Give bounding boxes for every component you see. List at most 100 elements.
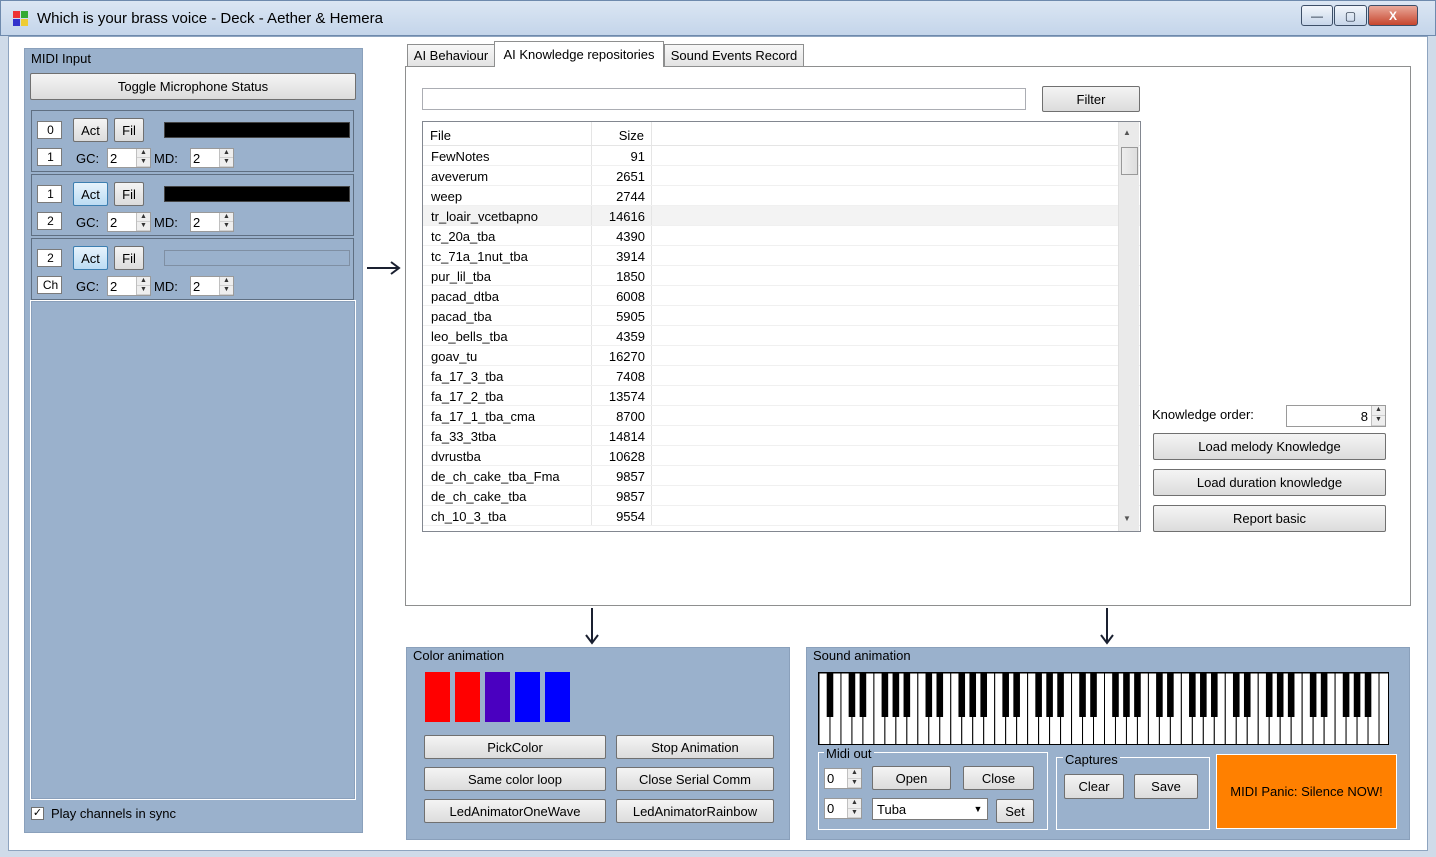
spin-up-icon[interactable]: ▲ xyxy=(220,277,233,286)
piano-black-key[interactable] xyxy=(848,673,856,717)
piano-black-key[interactable] xyxy=(1364,673,1372,717)
load-melody-knowledge-button[interactable]: Load melody Knowledge xyxy=(1153,433,1386,460)
midi-port-spinner[interactable]: 0 ▲ ▼ xyxy=(824,768,862,789)
piano-black-key[interactable] xyxy=(1046,673,1053,717)
list-item[interactable]: dvrustba 10628 xyxy=(423,446,1140,466)
gc-spinner[interactable]: 2 ▲ ▼ xyxy=(107,212,151,232)
same-color-loop-button[interactable]: Same color loop xyxy=(424,767,606,791)
tab-ai-behaviour[interactable]: AI Behaviour xyxy=(407,44,495,66)
close-window-button[interactable]: X xyxy=(1368,5,1418,26)
spin-up-icon[interactable]: ▲ xyxy=(848,769,861,779)
spin-up-icon[interactable]: ▲ xyxy=(137,149,150,158)
piano-black-key[interactable] xyxy=(1123,673,1130,717)
list-item[interactable]: pacad_dtba 6008 xyxy=(423,286,1140,306)
list-item[interactable]: weep 2744 xyxy=(423,186,1140,206)
color-swatch[interactable] xyxy=(545,672,570,722)
chevron-down-icon[interactable]: ▼ xyxy=(969,804,987,814)
color-swatch[interactable] xyxy=(425,672,450,722)
piano-black-key[interactable] xyxy=(892,673,900,717)
piano-black-key[interactable] xyxy=(1276,673,1284,717)
spin-down-icon[interactable]: ▼ xyxy=(220,158,233,167)
piano-black-key[interactable] xyxy=(980,673,988,717)
piano-black-key[interactable] xyxy=(936,673,944,717)
piano-black-key[interactable] xyxy=(1167,673,1174,717)
midi-set-button[interactable]: Set xyxy=(996,799,1034,823)
list-item[interactable]: de_ch_cake_tba_Fma 9857 xyxy=(423,466,1140,486)
spin-down-icon[interactable]: ▼ xyxy=(1372,416,1385,426)
color-swatch[interactable] xyxy=(485,672,510,722)
midi-panic-button[interactable]: MIDI Panic: Silence NOW! xyxy=(1216,754,1397,829)
midi-close-button[interactable]: Close xyxy=(963,766,1034,790)
piano-black-key[interactable] xyxy=(1079,673,1086,717)
piano-black-key[interactable] xyxy=(1156,673,1163,717)
list-item[interactable]: ch_10_3_tba 9554 xyxy=(423,506,1140,526)
channel-fil-button[interactable]: Fil xyxy=(114,246,144,270)
piano-black-key[interactable] xyxy=(1134,673,1141,717)
maximize-button[interactable]: ▢ xyxy=(1334,5,1367,26)
list-item[interactable]: aveverum 2651 xyxy=(423,166,1140,186)
scroll-down-icon[interactable]: ▼ xyxy=(1123,514,1131,523)
piano-black-key[interactable] xyxy=(1057,673,1064,717)
piano-white-key[interactable] xyxy=(1378,673,1389,745)
piano-black-key[interactable] xyxy=(859,673,867,717)
piano-black-key[interactable] xyxy=(1309,673,1317,717)
midi-program-spinner[interactable]: 0 ▲ ▼ xyxy=(824,798,862,819)
md-spinner[interactable]: 2 ▲ ▼ xyxy=(190,148,234,168)
column-header-size[interactable]: Size xyxy=(592,122,652,145)
piano-black-key[interactable] xyxy=(969,673,977,717)
scroll-thumb[interactable] xyxy=(1121,147,1138,175)
tab-sound-events[interactable]: Sound Events Record xyxy=(664,44,804,66)
piano-black-key[interactable] xyxy=(1189,673,1196,717)
piano-black-key[interactable] xyxy=(1342,673,1350,717)
piano-black-key[interactable] xyxy=(1320,673,1328,717)
spin-up-icon[interactable]: ▲ xyxy=(137,277,150,286)
md-spinner[interactable]: 2 ▲ ▼ xyxy=(190,212,234,232)
knowledge-file-list[interactable]: File Size FewNotes 91 aveverum 2651 weep… xyxy=(422,121,1141,532)
spin-down-icon[interactable]: ▼ xyxy=(848,778,861,788)
color-swatch[interactable] xyxy=(515,672,540,722)
captures-save-button[interactable]: Save xyxy=(1134,774,1198,799)
piano-black-key[interactable] xyxy=(1243,673,1251,717)
instrument-select[interactable]: Tuba ▼ xyxy=(872,798,988,820)
close-serial-comm-button[interactable]: Close Serial Comm xyxy=(616,767,774,791)
minimize-button[interactable]: — xyxy=(1301,5,1333,26)
play-in-sync-checkbox[interactable]: ✓ xyxy=(31,807,44,820)
midi-open-button[interactable]: Open xyxy=(872,766,951,790)
md-spinner[interactable]: 2 ▲ ▼ xyxy=(190,276,234,296)
piano-black-key[interactable] xyxy=(958,673,966,717)
spin-down-icon[interactable]: ▼ xyxy=(137,158,150,167)
spin-up-icon[interactable]: ▲ xyxy=(220,149,233,158)
spin-down-icon[interactable]: ▼ xyxy=(220,286,233,295)
led-rainbow-button[interactable]: LedAnimatorRainbow xyxy=(616,799,774,823)
piano-black-key[interactable] xyxy=(903,673,911,717)
channel-act-button[interactable]: Act xyxy=(73,182,108,206)
channel-fil-button[interactable]: Fil xyxy=(114,182,144,206)
column-header-file[interactable]: File xyxy=(423,122,592,145)
led-one-wave-button[interactable]: LedAnimatorOneWave xyxy=(424,799,606,823)
load-duration-knowledge-button[interactable]: Load duration knowledge xyxy=(1153,469,1386,496)
filter-button[interactable]: Filter xyxy=(1042,86,1140,112)
list-item[interactable]: goav_tu 16270 xyxy=(423,346,1140,366)
spin-up-icon[interactable]: ▲ xyxy=(848,799,861,809)
list-item[interactable]: FewNotes 91 xyxy=(423,146,1140,166)
list-item[interactable]: leo_bells_tba 4359 xyxy=(423,326,1140,346)
piano-black-key[interactable] xyxy=(1002,673,1009,717)
spin-down-icon[interactable]: ▼ xyxy=(137,222,150,231)
list-item[interactable]: fa_17_3_tba 7408 xyxy=(423,366,1140,386)
toggle-microphone-button[interactable]: Toggle Microphone Status xyxy=(30,73,356,100)
list-item[interactable]: de_ch_cake_tba 9857 xyxy=(423,486,1140,506)
spin-down-icon[interactable]: ▼ xyxy=(848,808,861,818)
piano-black-key[interactable] xyxy=(1090,673,1097,717)
channel-act-button[interactable]: Act xyxy=(73,246,108,270)
list-item[interactable]: tc_71a_1nut_tba 3914 xyxy=(423,246,1140,266)
spin-up-icon[interactable]: ▲ xyxy=(137,213,150,222)
piano-black-key[interactable] xyxy=(1112,673,1119,717)
list-scrollbar[interactable]: ▲ ▼ xyxy=(1118,122,1139,531)
tab-ai-knowledge[interactable]: AI Knowledge repositories xyxy=(494,41,664,67)
list-item[interactable]: fa_33_3tba 14814 xyxy=(423,426,1140,446)
piano-black-key[interactable] xyxy=(1035,673,1042,717)
piano-black-key[interactable] xyxy=(1013,673,1020,717)
list-item[interactable]: pacad_tba 5905 xyxy=(423,306,1140,326)
list-item[interactable]: tc_20a_tba 4390 xyxy=(423,226,1140,246)
knowledge-order-spinner[interactable]: 8 ▲ ▼ xyxy=(1286,405,1386,427)
